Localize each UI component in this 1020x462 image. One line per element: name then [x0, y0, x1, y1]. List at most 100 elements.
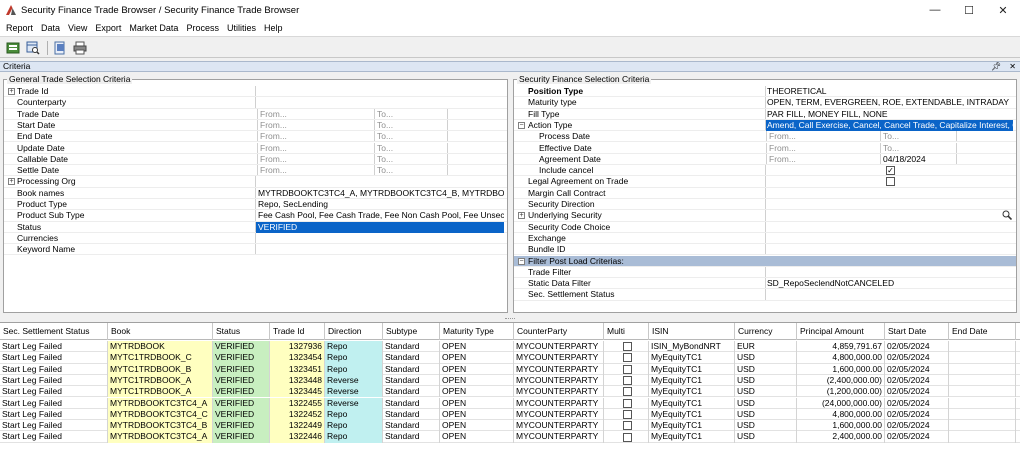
to-date-field[interactable]: To... — [377, 143, 445, 154]
close-button[interactable]: ✕ — [986, 0, 1020, 20]
multi-checkbox[interactable] — [622, 364, 632, 374]
selected-criteria-value[interactable]: VERIFIED — [256, 221, 504, 233]
right-criteria-row[interactable]: Bundle ID — [514, 244, 1016, 256]
menu-view[interactable]: View — [64, 20, 91, 37]
left-criteria-row[interactable]: Callable Date From... To... — [4, 153, 507, 166]
menu-utilities[interactable]: Utilities — [223, 20, 260, 37]
search-trades-button[interactable] — [25, 40, 41, 56]
multi-checkbox[interactable] — [622, 409, 632, 419]
filter-section-row[interactable]: − Filter Post Load Criterias: — [514, 255, 1016, 267]
column-header-sec-settlement-status[interactable]: Sec. Settlement Status — [0, 323, 108, 340]
expand-icon[interactable]: + — [518, 212, 525, 220]
criteria-value[interactable]: PAR FILL, MONEY FILL, NONE — [766, 109, 1013, 120]
column-header-multi[interactable]: Multi — [604, 323, 649, 340]
from-date-field[interactable]: From... — [260, 120, 372, 131]
table-row[interactable]: Start Leg Failed MYTRDBOOKTC3TC4_A VERIFIE… — [0, 397, 1020, 409]
menu-report[interactable]: Report — [2, 20, 37, 37]
left-criteria-row[interactable]: Product Sub Type Fee Cash Pool, Fee Cash … — [4, 210, 507, 222]
checkbox-checked[interactable]: ✓ — [886, 166, 895, 176]
left-criteria-row[interactable]: Update Date From... To... — [4, 142, 507, 154]
right-criteria-row[interactable]: Maturity type OPEN, TERM, EVERGREEN, ROE,… — [514, 97, 1016, 109]
menu-market-data[interactable]: Market Data — [125, 20, 182, 37]
menu-export[interactable]: Export — [91, 20, 125, 37]
from-date-field[interactable]: From... — [260, 143, 372, 154]
left-criteria-row[interactable]: Currencies — [4, 232, 507, 245]
to-date-field[interactable]: To... — [377, 131, 445, 142]
to-date-field[interactable]: To... — [377, 109, 445, 120]
expand-icon[interactable]: + — [8, 178, 15, 186]
report-config-button[interactable] — [52, 40, 68, 56]
column-header-book[interactable]: Book — [108, 323, 213, 340]
column-header-currency[interactable]: Currency — [735, 323, 797, 340]
multi-checkbox[interactable] — [622, 353, 632, 363]
criteria-value[interactable]: MYTRDBOOKTC3TC4_A, MYTRDBOOKTC3TC4_B, MY… — [256, 188, 504, 199]
criteria-value[interactable]: Fee Cash Pool, Fee Cash Trade, Fee Non C… — [256, 210, 504, 221]
from-date-field[interactable]: From... — [260, 154, 372, 165]
column-header-trade-id[interactable]: Trade Id — [270, 323, 325, 340]
right-criteria-row[interactable]: Margin Call Contract — [514, 187, 1016, 199]
right-criteria-row[interactable]: Include cancel ✓ — [514, 165, 1016, 177]
pin-icon[interactable]: 📌︎ — [991, 62, 1001, 71]
minimize-button[interactable]: — — [918, 0, 952, 20]
column-header-status[interactable]: Status — [213, 323, 270, 340]
from-date-field[interactable]: From... — [769, 143, 879, 154]
from-date-field[interactable]: From... — [769, 131, 879, 142]
left-criteria-row[interactable]: Trade Date From... To... — [4, 108, 507, 120]
search-icon[interactable] — [1002, 210, 1013, 222]
table-row[interactable]: Start Leg Failed MYTC1TRDBOOK_C VERIFIED 13… — [0, 352, 1020, 364]
criteria-value[interactable]: OPEN, TERM, EVERGREEN, ROE, EXTENDABLE, … — [766, 97, 1013, 108]
print-button[interactable] — [72, 40, 88, 56]
checkbox-unchecked[interactable] — [886, 177, 895, 187]
table-row[interactable]: Start Leg Failed MYTRDBOOKTC3TC4_B VERIFIE… — [0, 420, 1020, 432]
multi-checkbox[interactable] — [622, 432, 632, 442]
right-criteria-row[interactable]: Fill Type PAR FILL, MONEY FILL, NONE — [514, 108, 1016, 120]
column-header-end-date[interactable]: End Date — [949, 323, 1016, 340]
collapse-icon[interactable]: − — [518, 257, 525, 265]
left-criteria-row[interactable]: + Trade Id — [4, 86, 507, 98]
left-criteria-row[interactable]: + Processing Org — [4, 176, 507, 188]
column-header-start-date[interactable]: Start Date — [885, 323, 949, 340]
from-date-field[interactable]: From... — [260, 109, 372, 120]
multi-checkbox[interactable] — [622, 376, 632, 386]
to-date-field[interactable]: To... — [377, 120, 445, 131]
multi-checkbox[interactable] — [622, 421, 632, 431]
left-criteria-row[interactable]: Keyword Name — [4, 244, 507, 256]
table-row[interactable]: Start Leg Failed MYTC1TRDBOOK_A VERIFIED 13… — [0, 386, 1020, 398]
column-header-principal-amount[interactable]: Principal Amount — [797, 323, 885, 340]
close-panel-icon[interactable]: ✕ — [1009, 62, 1016, 71]
right-criteria-row[interactable]: Legal Agreement on Trade — [514, 176, 1016, 188]
criteria-value[interactable]: SD_RepoSeclendNotCANCELED — [766, 278, 1013, 289]
table-row[interactable]: Start Leg Failed MYTC1TRDBOOK_A VERIFIED 13… — [0, 374, 1020, 387]
right-criteria-row[interactable]: Security Direction — [514, 199, 1016, 211]
column-header-direction[interactable]: Direction — [325, 323, 383, 340]
right-criteria-row[interactable]: Static Data Filter SD_RepoSeclendNotCANCE… — [514, 278, 1016, 290]
from-date-field[interactable]: From... — [260, 131, 372, 142]
right-criteria-row[interactable]: Process Date From... To... — [514, 131, 1016, 143]
table-row[interactable]: Start Leg Failed MYTRDBOOKTC3TC4_C VERIFIE… — [0, 408, 1020, 421]
to-date-field[interactable]: To... — [377, 165, 445, 176]
collapse-icon[interactable]: − — [518, 121, 525, 129]
left-criteria-row[interactable]: Product Type Repo, SecLending — [4, 199, 507, 211]
column-header-counterparty[interactable]: CounterParty — [514, 323, 604, 340]
right-criteria-row[interactable]: Exchange — [514, 232, 1016, 245]
menu-help[interactable]: Help — [260, 20, 287, 37]
table-row[interactable]: Start Leg Failed MYTRDBOOKTC3TC4_A VERIFIE… — [0, 431, 1020, 443]
right-criteria-row[interactable]: + Underlying Security — [514, 210, 1016, 222]
left-criteria-row[interactable]: End Date From... To... — [4, 131, 507, 143]
from-date-field[interactable]: From... — [260, 165, 372, 176]
criteria-value[interactable]: THEORETICAL — [766, 86, 1013, 97]
to-date-field[interactable]: 04/18/2024 — [883, 154, 955, 165]
left-criteria-row[interactable]: Status VERIFIED — [4, 221, 507, 233]
to-date-field[interactable]: To... — [377, 154, 445, 165]
criteria-value[interactable]: Repo, SecLending — [256, 199, 504, 210]
table-row[interactable]: Start Leg Failed MYTC1TRDBOOK_B VERIFIED 13… — [0, 363, 1020, 375]
to-date-field[interactable]: To... — [883, 143, 955, 154]
menu-data[interactable]: Data — [37, 20, 64, 37]
load-button[interactable] — [5, 40, 21, 56]
left-criteria-row[interactable]: Book names MYTRDBOOKTC3TC4_A, MYTRDBOOKTC… — [4, 187, 507, 199]
right-criteria-row[interactable]: Sec. Settlement Status — [514, 289, 1016, 301]
left-criteria-row[interactable]: Settle Date From... To... — [4, 165, 507, 177]
expand-icon[interactable]: + — [8, 88, 15, 95]
column-header-isin[interactable]: ISIN — [649, 323, 735, 340]
multi-checkbox[interactable] — [622, 398, 632, 408]
